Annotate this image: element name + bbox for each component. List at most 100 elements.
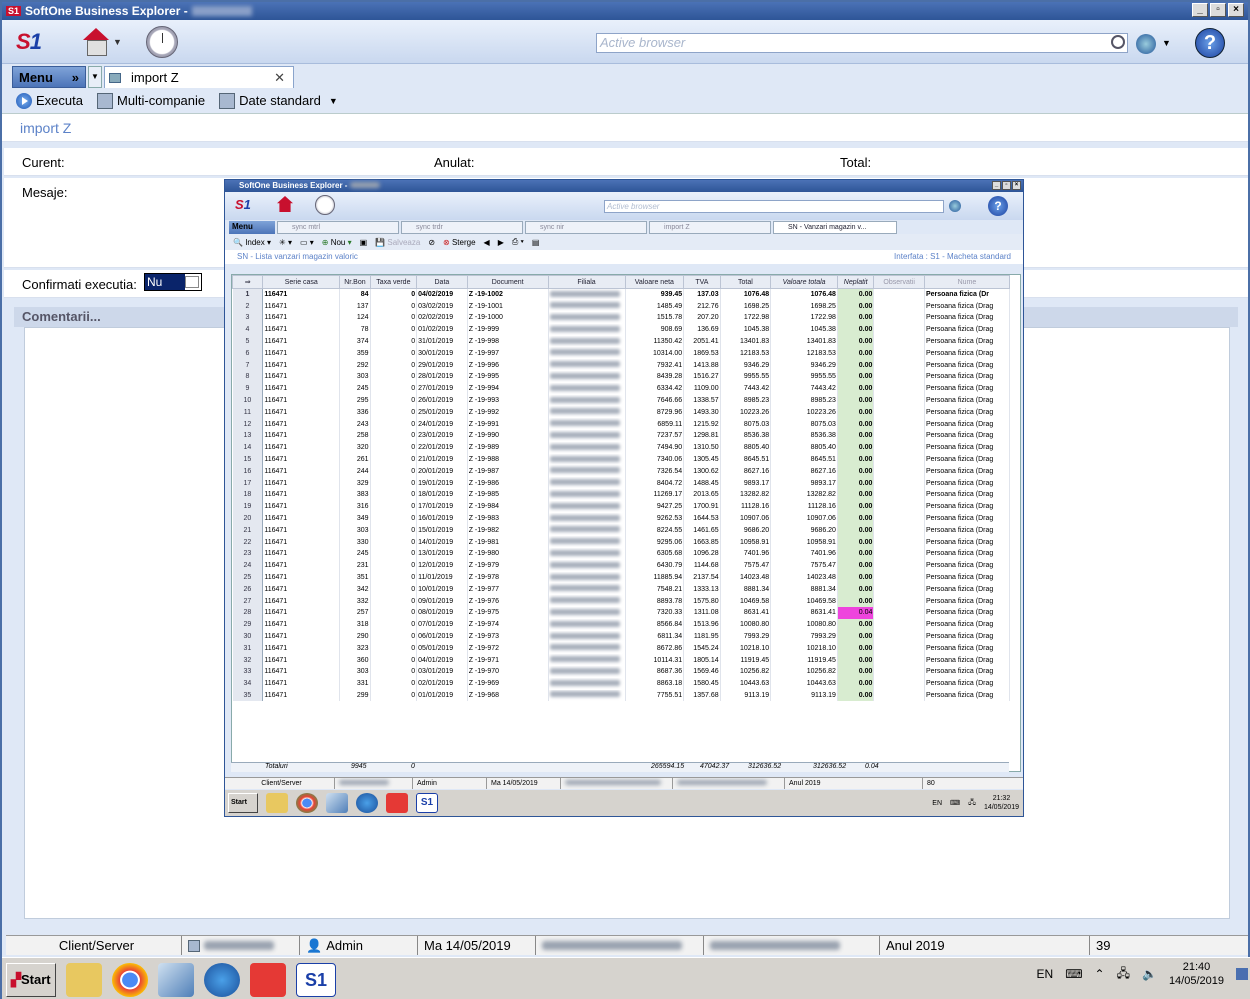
chrome-icon[interactable] xyxy=(296,793,318,813)
confirm-select[interactable]: Nu xyxy=(144,273,202,291)
tab-import-z[interactable]: import Z ✕ xyxy=(104,66,294,88)
table-row[interactable]: 17 116471 329 0 19/01/2019 Z -19-986 8404.72 14… xyxy=(232,477,1011,490)
inner-menu-tab[interactable]: Menu xyxy=(229,221,275,234)
save-button[interactable]: 💾 Salveaza xyxy=(375,238,420,247)
pos-icon[interactable] xyxy=(204,962,240,997)
col-data[interactable]: Data xyxy=(416,275,468,289)
volume-icon[interactable]: 🔈 xyxy=(1142,967,1157,981)
table-row[interactable]: 13 116471 258 0 23/01/2019 Z -19-990 7237.57 12… xyxy=(232,430,1011,442)
language-indicator[interactable]: EN xyxy=(1037,967,1054,981)
inner-close-button[interactable]: × xyxy=(1012,181,1021,190)
table-row[interactable]: 11 116471 336 0 25/01/2019 Z -19-992 8729.96 14… xyxy=(232,406,1011,419)
printer-icon[interactable]: ⎙ ▾ xyxy=(512,237,524,247)
table-row[interactable]: 20 116471 349 0 16/01/2019 Z -19-983 9262.53 16… xyxy=(232,512,1011,525)
keyboard-icon[interactable]: ⌨ xyxy=(1065,967,1082,981)
delete-button[interactable]: ⊗ Sterge xyxy=(443,238,476,247)
table-row[interactable]: 21 116471 303 0 15/01/2019 Z -19-982 8224.55 14… xyxy=(232,524,1011,537)
table-row[interactable]: 9 116471 245 0 27/01/2019 Z -19-994 6334.42 110… xyxy=(232,382,1011,395)
table-row[interactable]: 8 116471 303 0 28/01/2019 Z -19-995 8439.28 151… xyxy=(232,371,1011,383)
table-row[interactable]: 29 116471 318 0 07/01/2019 Z -19-974 8566.84 15… xyxy=(232,618,1011,631)
show-desktop-icon[interactable] xyxy=(1236,968,1248,980)
search-icon[interactable] xyxy=(1111,35,1125,49)
table-row[interactable]: 22 116471 330 0 14/01/2019 Z -19-981 9295.06 16… xyxy=(232,536,1011,549)
menu-tab[interactable]: Menu» xyxy=(12,66,86,88)
col-observatii[interactable]: Observatii xyxy=(873,275,925,289)
chevron-down-icon[interactable]: ▼ xyxy=(113,37,122,47)
col-nume[interactable]: Nume xyxy=(923,275,1011,289)
interface-label[interactable]: Interfata : S1 - Macheta standard xyxy=(894,250,1011,264)
date-standard-button[interactable]: Date standard ▼ xyxy=(219,92,338,109)
table-row[interactable]: 31 116471 323 0 05/01/2019 Z -19-972 8672.86 15… xyxy=(232,642,1011,655)
network-icon[interactable]: 🖧 xyxy=(968,798,976,809)
inner-minimize-button[interactable]: _ xyxy=(992,181,1001,190)
col-total[interactable]: Total xyxy=(719,275,772,289)
tab-vanzari-magazin[interactable]: SN - Vanzari magazin v... xyxy=(773,221,897,234)
tab-import-z[interactable]: import Z xyxy=(649,221,771,234)
table-row[interactable]: 26 116471 342 0 10/01/2019 Z -19-977 7548.21 13… xyxy=(232,583,1011,596)
table-row[interactable]: 14 116471 320 0 22/01/2019 Z -19-989 7494.90 13… xyxy=(232,441,1011,454)
start-button[interactable]: ▞Start xyxy=(6,962,56,997)
network-icon[interactable]: 🖧 xyxy=(1117,964,1130,985)
home-icon[interactable] xyxy=(277,196,293,212)
help-icon[interactable]: ? xyxy=(988,196,1008,216)
table-row[interactable]: 18 116471 383 0 18/01/2019 Z -19-985 11269.17 2… xyxy=(232,489,1011,501)
close-icon[interactable]: ✕ xyxy=(274,70,285,86)
new-button[interactable]: ⊕ Nou ▾ xyxy=(322,238,352,247)
table-row[interactable]: 25 116471 351 0 11/01/2019 Z -19-978 11885.94 2… xyxy=(232,571,1011,584)
col-neplatit[interactable]: Neplatit xyxy=(836,275,875,289)
col-valoare-totala[interactable]: Valoare totala xyxy=(770,275,838,289)
table-row[interactable]: 33 116471 303 0 03/01/2019 Z -19-970 8687.36 15… xyxy=(232,666,1011,678)
inner-search-input[interactable]: Active browser xyxy=(604,200,944,213)
folder-icon[interactable] xyxy=(266,793,288,813)
table-row[interactable]: 24 116471 231 0 12/01/2019 Z -19-979 6430.79 11… xyxy=(232,559,1011,572)
next-icon[interactable]: ▶ xyxy=(498,238,504,247)
close-button[interactable]: × xyxy=(1228,3,1244,17)
table-row[interactable]: 34 116471 331 0 02/01/2019 Z -19-969 8863.18 15… xyxy=(232,677,1011,690)
app-icon[interactable] xyxy=(158,962,194,997)
col-nr-bon[interactable]: Nr.Bon xyxy=(339,275,371,289)
table-row[interactable]: 35 116471 299 0 01/01/2019 Z -19-968 7755.51 13… xyxy=(232,689,1011,702)
s1-app-icon[interactable]: S1 xyxy=(416,793,438,813)
table-row[interactable]: 30 116471 290 0 06/01/2019 Z -19-973 6811.34 11… xyxy=(232,630,1011,643)
col-tva[interactable]: TVA xyxy=(683,275,721,289)
index-button[interactable]: 🔍 Index ▾ xyxy=(233,238,271,247)
col-valoare-neta[interactable]: Valoare neta xyxy=(624,275,685,289)
table-row[interactable]: 28 116471 257 0 08/01/2019 Z -19-975 7320.33 13… xyxy=(232,607,1011,619)
table-row[interactable]: 7 116471 292 0 29/01/2019 Z -19-996 7932.41 141… xyxy=(232,359,1011,372)
multi-company-button[interactable]: Multi-companie xyxy=(96,92,205,109)
s1-app-icon[interactable]: S1 xyxy=(296,962,336,997)
inner-start-button[interactable]: Start xyxy=(228,793,258,813)
tab-sync-nir[interactable]: sync nir xyxy=(525,221,647,234)
table-row[interactable]: 1 116471 84 0 04/02/2019 Z -19-1002 939.45 137.… xyxy=(232,288,1011,301)
tab-sync-mtrl[interactable]: sync mtrl xyxy=(277,221,399,234)
inner-s1-logo[interactable]: S1 xyxy=(235,197,251,212)
row-selector-header[interactable]: ⇒ xyxy=(232,275,264,289)
table-row[interactable]: 15 116471 261 0 21/01/2019 Z -19-988 7340.06 13… xyxy=(232,453,1011,466)
folder-icon[interactable] xyxy=(66,962,102,997)
tab-sync-trdr[interactable]: sync trdr xyxy=(401,221,523,234)
col-filiala[interactable]: Filiala xyxy=(547,275,626,289)
clock-icon[interactable] xyxy=(145,25,178,58)
previous-icon[interactable]: ◀ xyxy=(484,238,490,247)
table-row[interactable]: 2 116471 137 0 03/02/2019 Z -19-1001 1485.49 21… xyxy=(232,300,1011,313)
chevron-down-icon[interactable]: ▼ xyxy=(1162,38,1171,48)
col-serie-casa[interactable]: Serie casa xyxy=(262,275,341,289)
inner-window[interactable]: SoftOne Business Explorer - _ ▫ × S1 Activ… xyxy=(224,179,1024,817)
app-icon[interactable] xyxy=(326,793,348,813)
system-clock[interactable]: 21:40 14/05/2019 xyxy=(1169,960,1224,988)
anydesk-icon[interactable] xyxy=(386,793,408,813)
table-row[interactable]: 16 116471 244 0 20/01/2019 Z -19-987 7326.54 13… xyxy=(232,465,1011,478)
clock-icon[interactable] xyxy=(315,195,335,215)
table-row[interactable]: 3 116471 124 0 02/02/2019 Z -19-1000 1515.78 20… xyxy=(232,312,1011,324)
table-row[interactable]: 32 116471 360 0 04/01/2019 Z -19-971 10114.31 1… xyxy=(232,654,1011,666)
copy-icon[interactable]: ▣ xyxy=(360,238,368,247)
col-taxa-verde[interactable]: Taxa verde xyxy=(369,275,418,289)
export-icon[interactable]: ▤ xyxy=(532,238,540,247)
pos-icon[interactable] xyxy=(356,793,378,813)
table-row[interactable]: 19 116471 316 0 17/01/2019 Z -19-984 9427.25 17… xyxy=(232,500,1011,513)
print-icon[interactable]: ▭ ▾ xyxy=(300,238,314,247)
home-icon[interactable] xyxy=(81,27,109,56)
help-icon[interactable]: ? xyxy=(1195,28,1225,58)
table-row[interactable]: 4 116471 78 0 01/02/2019 Z -19-999 908.69 136.6… xyxy=(232,323,1011,336)
keyboard-icon[interactable]: ⌨ xyxy=(950,799,960,807)
